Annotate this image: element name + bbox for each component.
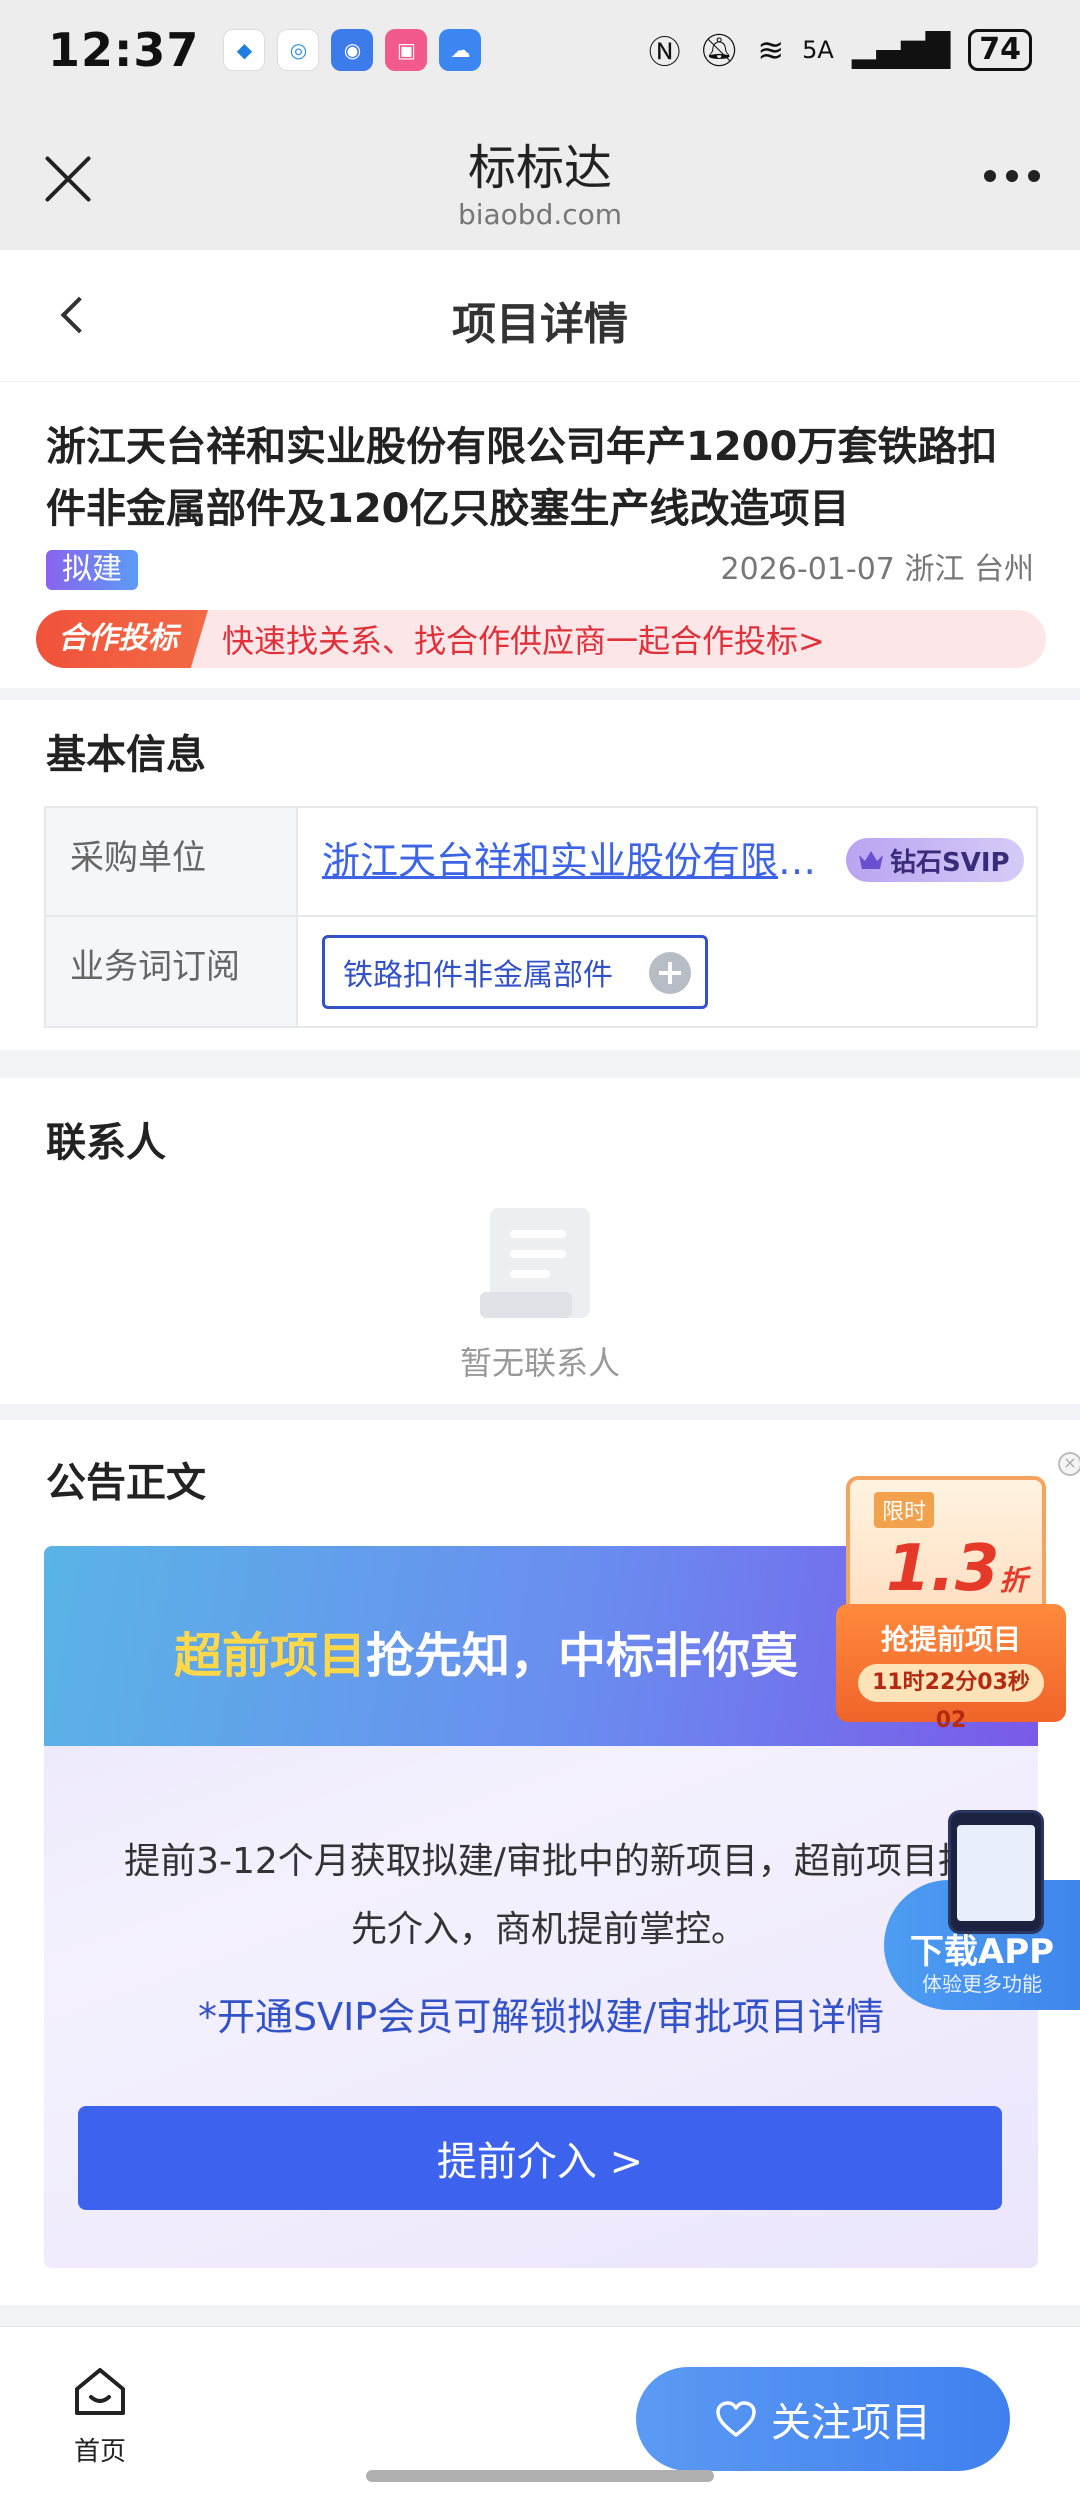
status-time: 12:37 <box>48 23 200 77</box>
project-location: 浙江 台州 <box>904 552 1034 587</box>
project-date: 2026-01-07 <box>720 552 895 587</box>
coop-bid-banner[interactable]: 合作投标 快速找关系、找合作供应商一起合作投标> <box>36 610 1046 668</box>
nav-home-label: 首页 <box>73 2437 126 2467</box>
status-bar: 12:37 ◆ ◎ ◉ ▣ ☁ Ⓝ 🔕︎ ≋ 5A ▂▄▆█ 74 <box>0 0 1080 100</box>
site-url: biaobd.com <box>457 198 623 231</box>
whale-app-icon: ◆ <box>223 29 266 71</box>
globe-app-icon: ◎ <box>277 29 320 71</box>
browser-header: 标标达 biaobd.com <box>0 100 1080 250</box>
notification-icons: ◆ ◎ ◉ ▣ ☁ <box>223 29 482 71</box>
project-meta: 2026-01-07 浙江 台州 <box>721 550 1034 590</box>
signal-icon: ▂▄▆█ <box>851 31 951 69</box>
coop-bid-badge: 合作投标 <box>36 610 208 668</box>
grab-project-label: 抢提前项目 <box>880 1623 1021 1656</box>
nfc-icon: Ⓝ <box>648 33 681 71</box>
promo-headline-highlight: 超前项目 <box>174 1628 367 1684</box>
nav-home[interactable]: 首页 <box>60 2367 140 2468</box>
discount-value: 1.3折 <box>886 1532 1027 1606</box>
home-indicator[interactable] <box>366 2470 714 2482</box>
crown-icon <box>859 851 883 869</box>
bilibili-app-icon: ▣ <box>385 29 428 71</box>
svip-label: 钻石SVIP <box>890 847 1010 878</box>
more-menu-icon[interactable] <box>984 170 1040 182</box>
follow-project-label: 关注项目 <box>771 2400 931 2446</box>
system-status: Ⓝ 🔕︎ ≋ 5A ▂▄▆█ 74 <box>649 27 1032 73</box>
project-card: 浙江天台祥和实业股份有限公司年产1200万套铁路扣件非金属部件及120亿只胶塞生… <box>0 382 1080 688</box>
contact-title: 联系人 <box>46 1120 166 1166</box>
mute-icon: 🔕︎ <box>698 31 740 69</box>
phone-illustration-icon <box>948 1810 1044 1934</box>
cloud-app-icon: ☁ <box>439 29 482 71</box>
site-title: 标标达 <box>467 140 612 196</box>
countdown-timer: 11时22分03秒02 <box>858 1664 1044 1733</box>
project-title: 浙江天台祥和实业股份有限公司年产1200万套铁路扣件非金属部件及120亿只胶塞生… <box>46 424 998 532</box>
promo-headline: 超前项目抢先知，中标非你莫 <box>174 1616 798 1686</box>
follow-project-button[interactable]: 关注项目 <box>636 2367 1010 2471</box>
discount-promo-float[interactable]: 限时 1.3折 抢提前项目 11时22分03秒02 <box>836 1476 1066 1733</box>
subscribe-keyword: 铁路扣件非金属部件 <box>343 958 613 993</box>
limited-tag: 限时 <box>874 1492 935 1528</box>
subscribe-keyword-chip[interactable]: 铁路扣件非金属部件 <box>322 935 708 1009</box>
wifi-icon: ≋ <box>757 31 785 69</box>
page-header: 项目详情 <box>0 250 1080 382</box>
signal-label: 5A <box>802 36 834 64</box>
close-promo-icon[interactable]: × <box>1058 1452 1080 1476</box>
promo-body: 提前3-12个月获取拟建/审批中的新项目，超前项目抢先介入，商机提前掌控。 <box>124 1841 974 1950</box>
promo-headline-rest: 抢先知，中标非你莫 <box>366 1628 799 1684</box>
basic-info-title: 基本信息 <box>46 732 206 778</box>
add-subscription-icon[interactable] <box>649 952 691 994</box>
subscribe-label: 业务词订阅 <box>46 917 298 1026</box>
empty-document-icon <box>480 1208 590 1318</box>
battery-indicator: 74 <box>968 29 1032 71</box>
table-row: 采购单位 浙江天台祥和实业股份有限公司 钻石SVIP <box>46 808 1036 917</box>
contact-section: 联系人 暂无联系人 <box>0 1078 1080 1404</box>
svip-badge: 钻石SVIP <box>846 838 1024 882</box>
download-app-subtitle: 体验更多功能 <box>922 1972 1042 1996</box>
heart-icon <box>716 2401 756 2437</box>
discount-number: 1.3 <box>886 1532 1000 1606</box>
buyer-label: 采购单位 <box>46 808 298 915</box>
announcement-title: 公告正文 <box>46 1460 206 1506</box>
info-table: 采购单位 浙江天台祥和实业股份有限公司 钻石SVIP 业务词订阅 铁路扣件非金属… <box>44 806 1038 1028</box>
buyer-link[interactable]: 浙江天台祥和实业股份有限公司 <box>322 830 842 885</box>
coop-bid-text: 快速找关系、找合作供应商一起合作投标> <box>222 622 825 660</box>
early-access-button[interactable]: 提前介入 > <box>78 2106 1002 2210</box>
discount-unit: 折 <box>999 1564 1028 1597</box>
radar-app-icon: ◉ <box>331 29 374 71</box>
table-row: 业务词订阅 铁路扣件非金属部件 <box>46 917 1036 1026</box>
grab-project-button[interactable]: 抢提前项目 11时22分03秒02 <box>836 1604 1066 1733</box>
page-title: 项目详情 <box>452 299 628 350</box>
status-badge: 拟建 <box>46 550 138 590</box>
basic-info-section: 基本信息 采购单位 浙江天台祥和实业股份有限公司 钻石SVIP 业务词订阅 铁路… <box>0 700 1080 1050</box>
empty-contact-text: 暂无联系人 <box>459 1344 620 1382</box>
home-icon <box>75 2368 125 2415</box>
